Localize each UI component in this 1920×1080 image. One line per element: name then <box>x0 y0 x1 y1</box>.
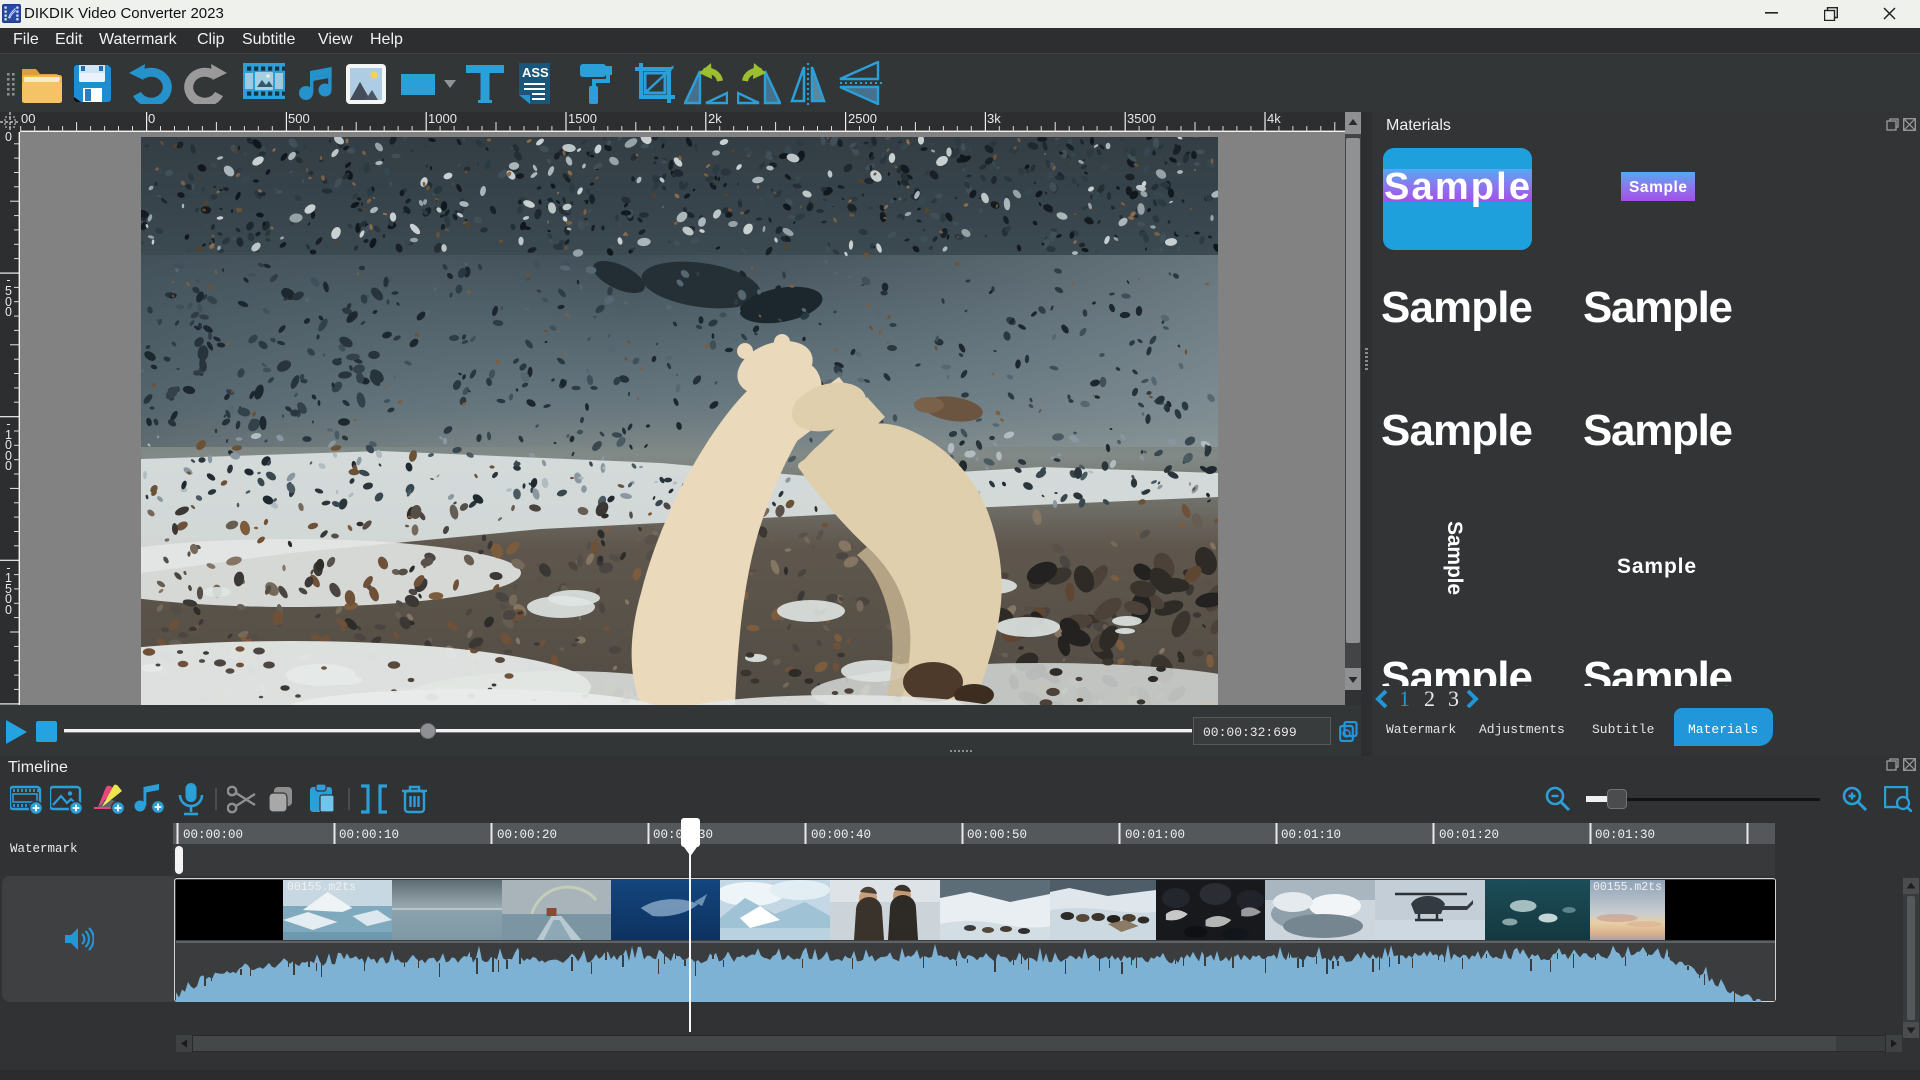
svg-text:2k: 2k <box>708 112 722 126</box>
svg-text:Sample: Sample <box>1381 283 1533 332</box>
svg-text:3500: 3500 <box>1127 112 1156 126</box>
svg-text:00: 00 <box>21 112 35 126</box>
svg-text:Sample: Sample <box>1583 283 1733 332</box>
svg-text:500: 500 <box>288 112 310 126</box>
svg-text:00:00:50: 00:00:50 <box>967 828 1027 842</box>
svg-text:00:01:20: 00:01:20 <box>1439 828 1499 842</box>
svg-text:00:00:00: 00:00:00 <box>183 828 243 842</box>
svg-text:0: 0 <box>5 132 12 144</box>
svg-text:00:01:00: 00:01:00 <box>1125 828 1185 842</box>
svg-text:Sample: Sample <box>1583 406 1733 455</box>
svg-text:Sample: Sample <box>1384 166 1530 208</box>
svg-text:0: 0 <box>5 603 12 617</box>
svg-text:Sample: Sample <box>1617 555 1696 578</box>
svg-text:1500: 1500 <box>568 112 597 126</box>
svg-text:00:00:10: 00:00:10 <box>339 828 399 842</box>
svg-text:Sample: Sample <box>1381 406 1533 455</box>
svg-text:00:00:40: 00:00:40 <box>811 828 871 842</box>
svg-text:00:00:20: 00:00:20 <box>497 828 557 842</box>
svg-text:2: 2 <box>1424 686 1435 711</box>
svg-text:3: 3 <box>1448 686 1459 711</box>
svg-text:2500: 2500 <box>848 112 877 126</box>
svg-text:3k: 3k <box>987 112 1001 126</box>
svg-text:00:01:10: 00:01:10 <box>1281 828 1341 842</box>
svg-text:4k: 4k <box>1267 112 1281 126</box>
svg-text:0: 0 <box>5 305 12 319</box>
svg-text:00:01:30: 00:01:30 <box>1595 828 1655 842</box>
svg-text:0: 0 <box>5 459 12 473</box>
svg-text:Sample: Sample <box>1629 179 1687 196</box>
svg-text:1: 1 <box>1399 686 1410 711</box>
svg-text:1000: 1000 <box>428 112 457 126</box>
svg-text:0: 0 <box>148 112 155 126</box>
svg-text:ASS: ASS <box>522 65 549 80</box>
svg-text:Sample: Sample <box>1443 521 1466 595</box>
